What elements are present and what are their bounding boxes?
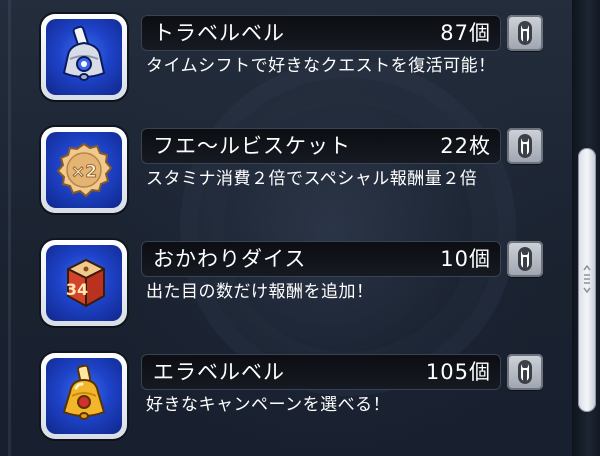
- item-count: 87個: [440, 21, 491, 45]
- item-count: 22枚: [440, 134, 491, 158]
- info-icon: [518, 360, 532, 384]
- item-name-bar: トラベルベル 87個: [141, 15, 501, 51]
- item-row-travel-bell[interactable]: トラベルベル 87個 タイムシフトで好きなクエストを復活可能！: [0, 14, 570, 126]
- gold-bell-icon: [46, 358, 122, 434]
- item-row-erabel-bell[interactable]: エラベルベル 105個 好きなキャンペーンを選べる！: [0, 353, 570, 456]
- biscuit-icon: ×2: [46, 132, 122, 208]
- item-description: 出た目の数だけ報酬を追加！: [146, 282, 374, 302]
- item-name: エラベルベル: [153, 360, 285, 384]
- info-button[interactable]: [507, 128, 543, 164]
- item-name-bar: エラベルベル 105個: [141, 354, 501, 390]
- item-icon-frame: 34: [41, 240, 127, 326]
- item-name-bar: フエ〜ルビスケット 22枚: [141, 128, 501, 164]
- item-icon-frame: [41, 353, 127, 439]
- item-name: おかわりダイス: [153, 247, 307, 271]
- info-icon: [518, 134, 532, 158]
- scroll-grip-icon: [583, 264, 591, 294]
- info-icon: [518, 247, 532, 271]
- info-icon: [518, 21, 532, 45]
- item-row-biscuit[interactable]: ×2 フエ〜ルビスケット 22枚 スタミナ消費２倍でスペシャル報酬量２倍: [0, 127, 570, 239]
- dice-icon-label: 34: [66, 280, 88, 299]
- info-button[interactable]: [507, 15, 543, 51]
- dice-icon: 34: [46, 245, 122, 321]
- item-description: 好きなキャンペーンを選べる！: [146, 395, 391, 415]
- item-name: トラベルベル: [153, 21, 285, 45]
- info-button[interactable]: [507, 354, 543, 390]
- item-row-dice[interactable]: 34 おかわりダイス 10個 出た目の数だけ報酬を追加！: [0, 240, 570, 352]
- item-description: スタミナ消費２倍でスペシャル報酬量２倍: [146, 169, 478, 189]
- item-description: タイムシフトで好きなクエストを復活可能！: [146, 56, 496, 76]
- biscuit-icon-label: ×2: [71, 162, 97, 182]
- item-name-bar: おかわりダイス 10個: [141, 241, 501, 277]
- item-count: 10個: [440, 247, 491, 271]
- item-list-screen: トラベルベル 87個 タイムシフトで好きなクエストを復活可能！ ×2 フエ〜ルビ…: [0, 0, 600, 456]
- item-count: 105個: [425, 360, 491, 384]
- blue-bell-icon: [46, 19, 122, 95]
- item-icon-frame: [41, 14, 127, 100]
- item-icon-frame: ×2: [41, 127, 127, 213]
- item-name: フエ〜ルビスケット: [153, 134, 351, 158]
- info-button[interactable]: [507, 241, 543, 277]
